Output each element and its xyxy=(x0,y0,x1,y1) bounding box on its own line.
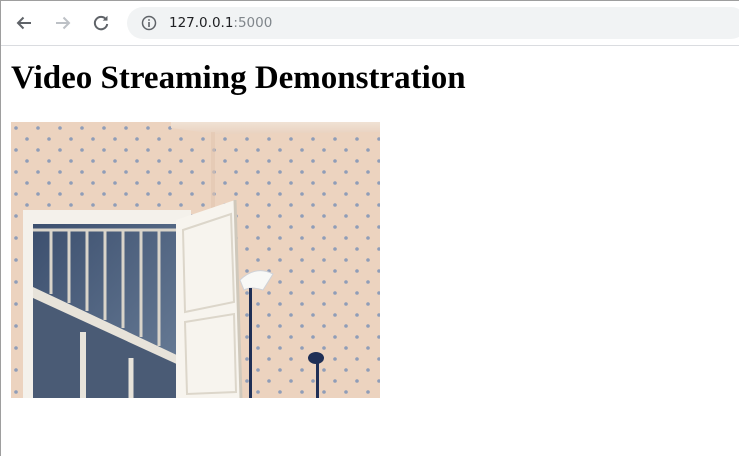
page-content: Video Streaming Demonstration xyxy=(1,46,739,456)
video-frame-image xyxy=(11,122,380,398)
page-title: Video Streaming Demonstration xyxy=(11,60,466,96)
reload-button[interactable] xyxy=(89,11,113,35)
address-bar[interactable]: 127.0.0.1:5000 xyxy=(127,7,739,39)
back-button[interactable] xyxy=(12,11,36,35)
reload-icon xyxy=(91,13,111,33)
url-text[interactable]: 127.0.0.1:5000 xyxy=(169,14,272,32)
back-arrow-icon xyxy=(14,13,34,33)
url-port: :5000 xyxy=(233,15,273,31)
forward-button[interactable] xyxy=(51,11,75,35)
url-host: 127.0.0.1 xyxy=(169,15,234,31)
video-stream xyxy=(11,122,380,398)
browser-toolbar: 127.0.0.1:5000 xyxy=(1,1,739,46)
browser-window: 127.0.0.1:5000 Video Streaming Demonstra… xyxy=(0,0,739,456)
forward-arrow-icon xyxy=(53,13,73,33)
info-icon[interactable] xyxy=(141,15,157,31)
